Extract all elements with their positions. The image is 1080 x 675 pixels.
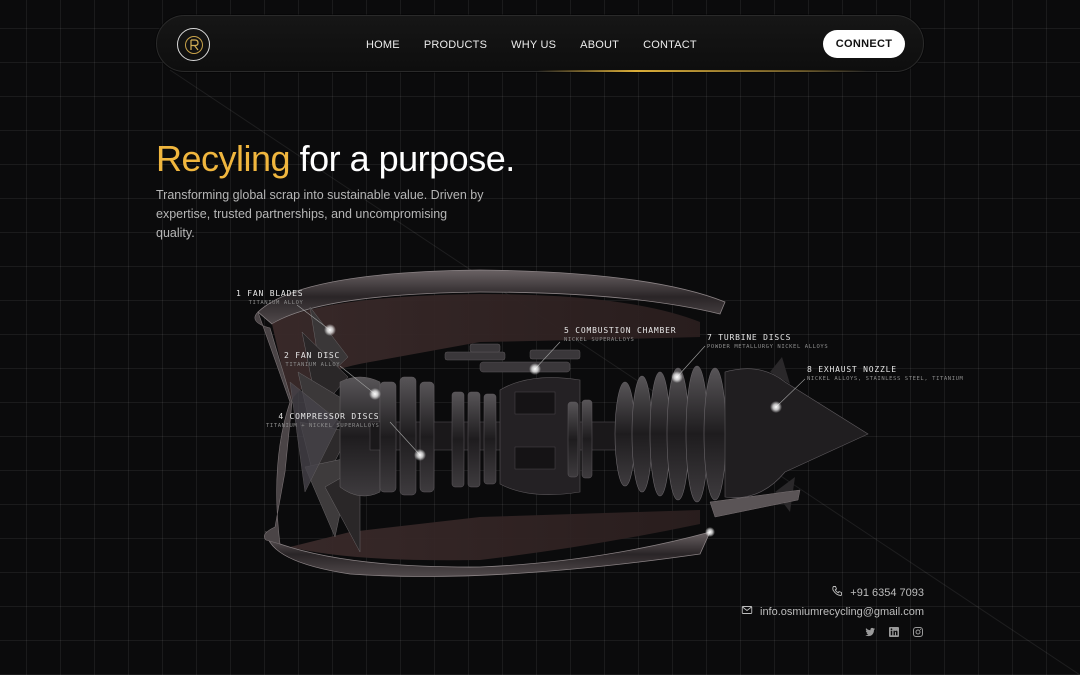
osmium-logo-icon[interactable] — [177, 28, 210, 61]
callout-title: 8 EXHAUST NOZZLE — [807, 365, 897, 374]
callout-fan-blades[interactable]: 1 FAN BLADES TITANIUM ALLOY — [236, 289, 303, 306]
callout-fan-disc[interactable]: 2 FAN DISC TITANIUM ALLOY — [284, 351, 340, 368]
callout-title: 4 COMPRESSOR DISCS — [278, 412, 380, 421]
contact-info: +91 6354 7093 info.osmiumrecycling@gmail… — [741, 584, 924, 638]
callout-turbine-discs[interactable]: 7 TURBINE DISCS POWDER METALLURGY NICKEL… — [707, 333, 828, 350]
linkedin-icon[interactable] — [888, 626, 900, 638]
callout-title: 5 COMBUSTION CHAMBER — [564, 326, 677, 335]
nav-link-about[interactable]: ABOUT — [580, 39, 619, 51]
hero-subtitle-line1: Transforming global scrap into sustainab… — [156, 188, 484, 202]
social-links — [741, 626, 924, 638]
headline-accent: Recyling — [156, 138, 291, 179]
hero-subtitle: Transforming global scrap into sustainab… — [156, 186, 486, 243]
nav-links: HOME PRODUCTS WHY US ABOUT CONTACT — [366, 16, 697, 73]
callout-exhaust-nozzle[interactable]: 8 EXHAUST NOZZLE NICKEL ALLOYS, STAINLES… — [807, 365, 963, 382]
hero-subtitle-line2: expertise, trusted partnerships, and unc… — [156, 207, 448, 240]
mail-icon — [741, 603, 753, 621]
nav-link-contact[interactable]: CONTACT — [643, 39, 697, 51]
callout-compressor-discs[interactable]: 4 COMPRESSOR DISCS TITANIUM + NICKEL SUP… — [266, 412, 379, 429]
headline-rest: for a purpose. — [299, 138, 516, 179]
callout-material: TITANIUM ALLOY — [248, 300, 304, 306]
callout-title: 1 FAN BLADES — [236, 289, 304, 298]
callout-material: NICKEL ALLOYS, STAINLESS STEEL, TITANIUM — [807, 376, 964, 382]
callout-combustion-chamber[interactable]: 5 COMBUSTION CHAMBER NICKEL SUPERALLOYS — [564, 326, 676, 343]
callout-title: 2 FAN DISC — [284, 351, 341, 360]
connect-button[interactable]: CONNECT — [823, 30, 905, 58]
hero-headline: Recyling for a purpose. — [156, 138, 515, 180]
top-navbar: HOME PRODUCTS WHY US ABOUT CONTACT CONNE… — [156, 15, 924, 72]
instagram-icon[interactable] — [912, 626, 924, 638]
twitter-icon[interactable] — [864, 626, 876, 638]
callout-material: TITANIUM ALLOY — [285, 362, 341, 368]
nav-link-home[interactable]: HOME — [366, 39, 400, 51]
callout-title: 7 TURBINE DISCS — [707, 333, 792, 342]
nav-accent-glow — [537, 70, 867, 72]
contact-email-row[interactable]: info.osmiumrecycling@gmail.com — [741, 603, 924, 621]
callout-material: POWDER METALLURGY NICKEL ALLOYS — [707, 344, 829, 350]
contact-phone-row[interactable]: +91 6354 7093 — [741, 584, 924, 602]
combustion-fittings-group — [444, 343, 581, 373]
phone-icon — [831, 584, 843, 602]
callout-material: NICKEL SUPERALLOYS — [564, 337, 635, 343]
contact-email[interactable]: info.osmiumrecycling@gmail.com — [760, 606, 924, 618]
nav-link-why-us[interactable]: WHY US — [511, 39, 556, 51]
contact-phone[interactable]: +91 6354 7093 — [850, 587, 924, 599]
turbine-discs-group — [614, 365, 727, 503]
nav-link-products[interactable]: PRODUCTS — [424, 39, 487, 51]
callout-material: TITANIUM + NICKEL SUPERALLOYS — [266, 423, 380, 429]
